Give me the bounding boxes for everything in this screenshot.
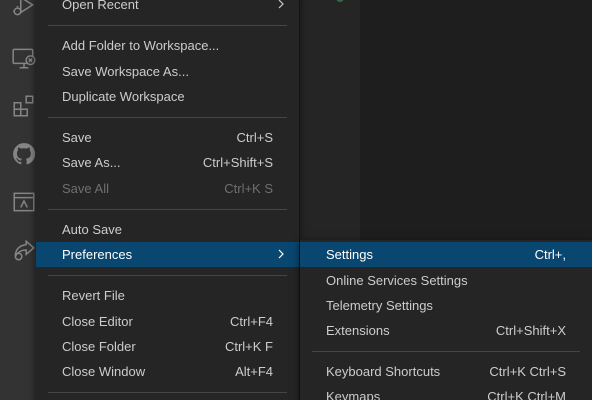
menu-item-label: Keyboard Shortcuts xyxy=(326,364,441,379)
menu-item-label: Save xyxy=(62,130,92,145)
menu-separator xyxy=(312,351,580,352)
menu-item-label: Revert File xyxy=(62,288,125,303)
menu-item-extensions[interactable]: Extensions Ctrl+Shift+X xyxy=(300,318,592,343)
menu-item-add-folder-to-workspace[interactable]: Add Folder to Workspace... xyxy=(36,33,299,58)
menu-item-close-window[interactable]: Close Window Alt+F4 xyxy=(36,359,299,384)
menu-separator xyxy=(48,275,287,276)
chevron-right-icon xyxy=(278,0,284,9)
keyboard-shortcut: Ctrl+S xyxy=(236,130,273,145)
keyboard-shortcut: Alt+F4 xyxy=(235,364,273,379)
keyboard-shortcut: Ctrl+K Ctrl+S xyxy=(489,364,566,379)
menu-item-label: Save Workspace As... xyxy=(62,64,189,79)
menu-item-close-folder[interactable]: Close Folder Ctrl+K F xyxy=(36,334,299,359)
menu-item-label: Extensions xyxy=(326,323,390,338)
menu-separator xyxy=(48,117,287,118)
keyboard-shortcut: Ctrl+K Ctrl+M xyxy=(487,389,566,400)
menu-item-save-all: Save All Ctrl+K S xyxy=(36,176,299,201)
keyboard-shortcut: Ctrl+F4 xyxy=(230,314,273,329)
share-icon[interactable] xyxy=(10,236,38,264)
menu-item-label: Add Folder to Workspace... xyxy=(62,38,220,53)
menu-separator xyxy=(48,209,287,210)
menu-item-label: Auto Save xyxy=(62,222,122,237)
menu-item-label: Close Editor xyxy=(62,314,133,329)
menu-item-revert-file[interactable]: Revert File xyxy=(36,283,299,308)
file-menu: Open Recent Add Folder to Workspace... S… xyxy=(36,0,299,400)
github-icon[interactable] xyxy=(10,140,38,168)
menu-item-save-workspace-as[interactable]: Save Workspace As... xyxy=(36,59,299,84)
menu-separator xyxy=(48,25,287,26)
preferences-submenu: Settings Ctrl+, Online Services Settings… xyxy=(300,240,592,400)
menu-item-label: Save All xyxy=(62,181,109,196)
keyboard-shortcut: Ctrl+K S xyxy=(224,181,273,196)
menu-item-duplicate-workspace[interactable]: Duplicate Workspace xyxy=(36,84,299,109)
menu-item-online-services-settings[interactable]: Online Services Settings xyxy=(300,268,592,293)
menu-item-auto-save[interactable]: Auto Save xyxy=(36,217,299,242)
menu-item-label: Preferences xyxy=(62,247,133,262)
menu-item-label: Save As... xyxy=(62,155,121,170)
menu-item-label: Settings xyxy=(326,247,373,262)
chevron-right-icon xyxy=(278,249,284,259)
run-debug-icon[interactable] xyxy=(10,0,38,20)
menu-item-label: Open Recent xyxy=(62,0,139,12)
menu-item-label: Online Services Settings xyxy=(326,273,468,288)
menu-item-label: Telemetry Settings xyxy=(326,298,433,313)
keyboard-shortcut: Ctrl+Shift+X xyxy=(495,323,566,338)
menu-item-label: Keymaps xyxy=(326,389,381,400)
menu-item-label: Duplicate Workspace xyxy=(62,89,185,104)
menu-item-close-editor[interactable]: Close Editor Ctrl+F4 xyxy=(36,309,299,334)
menu-item-preferences[interactable]: Preferences xyxy=(36,242,299,267)
menu-item-open-recent[interactable]: Open Recent xyxy=(36,0,299,17)
extensions-icon[interactable] xyxy=(10,92,38,120)
menu-item-settings[interactable]: Settings Ctrl+, xyxy=(300,242,592,267)
menu-separator xyxy=(48,392,287,393)
menu-item-telemetry-settings[interactable]: Telemetry Settings xyxy=(300,293,592,318)
keyboard-shortcut: Ctrl+K F xyxy=(224,339,273,354)
menu-item-save-as[interactable]: Save As... Ctrl+Shift+S xyxy=(36,150,299,175)
gutter-decoration xyxy=(336,0,344,2)
menu-item-keyboard-shortcuts[interactable]: Keyboard Shortcuts Ctrl+K Ctrl+S xyxy=(300,359,592,384)
menu-item-save[interactable]: Save Ctrl+S xyxy=(36,125,299,150)
vscode-window: Open Recent Add Folder to Workspace... S… xyxy=(0,0,592,400)
remote-explorer-icon[interactable] xyxy=(10,44,38,72)
terminal-panel-icon[interactable] xyxy=(10,188,38,216)
menu-item-keymaps[interactable]: Keymaps Ctrl+K Ctrl+M xyxy=(300,384,592,400)
keyboard-shortcut: Ctrl+, xyxy=(534,247,566,262)
menu-item-label: Close Window xyxy=(62,364,146,379)
keyboard-shortcut: Ctrl+Shift+S xyxy=(202,155,273,170)
menu-item-label: Close Folder xyxy=(62,339,136,354)
